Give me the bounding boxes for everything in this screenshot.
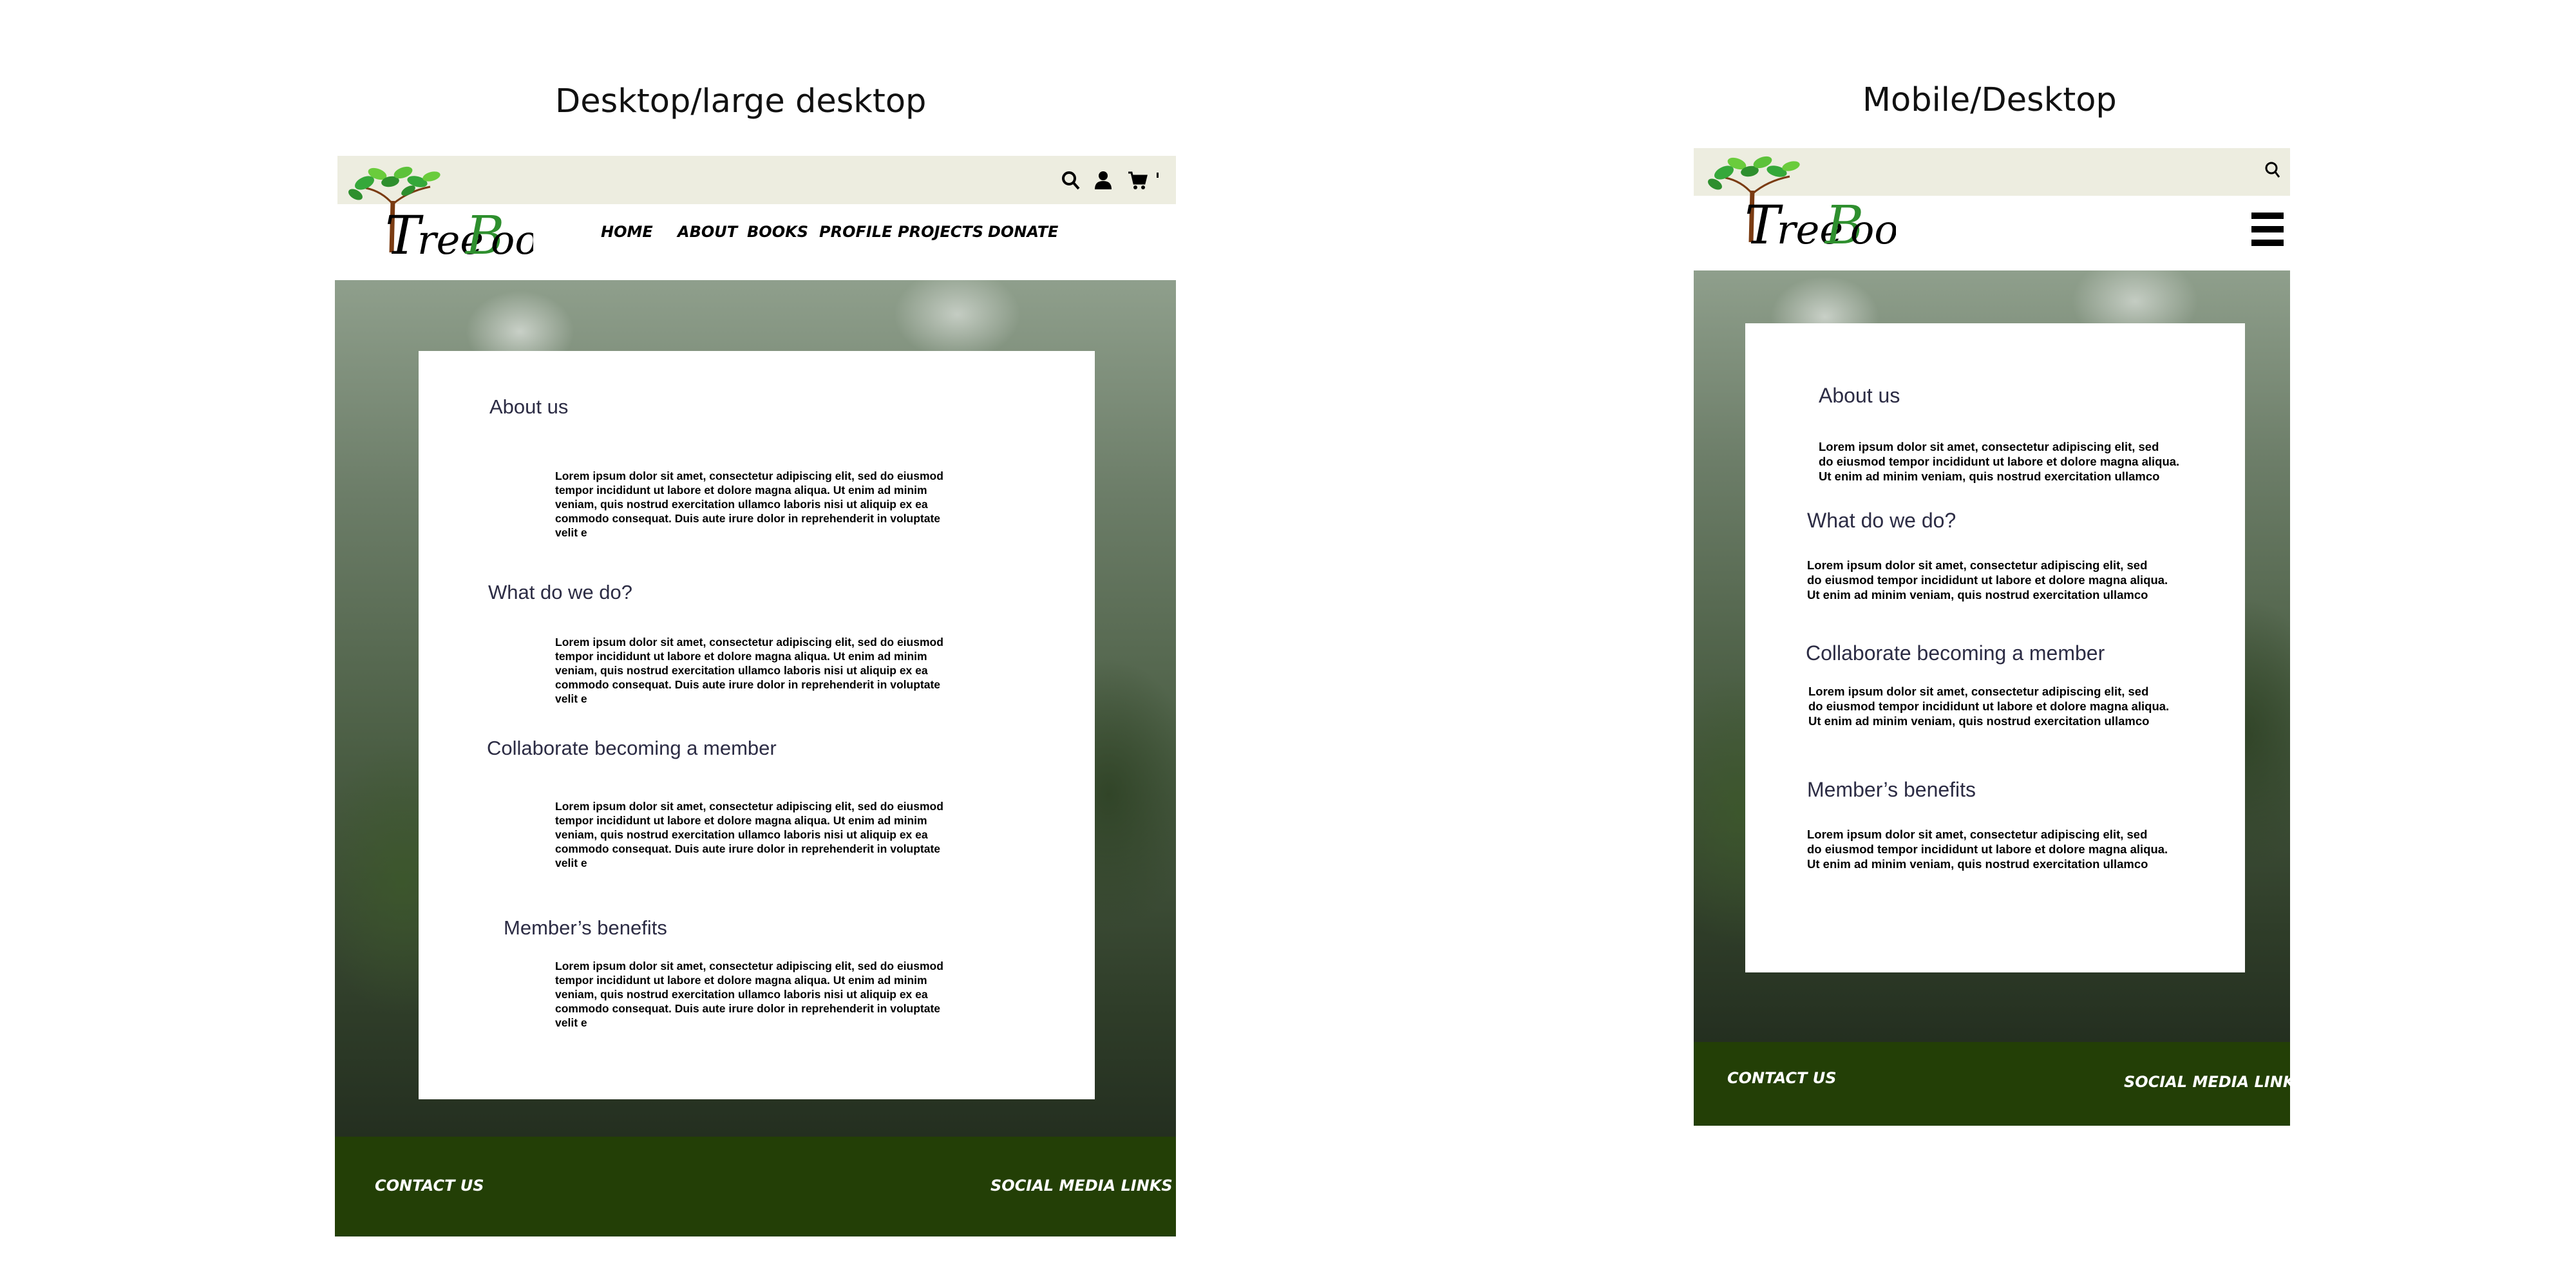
nav-books[interactable]: BOOKS <box>747 223 808 241</box>
section-body-collaborate: Lorem ipsum dolor sit amet, consectetur … <box>1808 685 2170 728</box>
nav-home[interactable]: HOME <box>601 223 653 241</box>
section-body-what-we-do: Lorem ipsum dolor sit amet, consectetur … <box>1807 558 2168 601</box>
search-icon[interactable] <box>2264 161 2280 179</box>
overflow-icon <box>1155 173 1160 180</box>
footer-social-link[interactable]: SOCIAL MEDIA LINKS <box>990 1177 1173 1195</box>
section-heading-about: About us <box>489 395 569 418</box>
brand-logo[interactable]: T ree B ooks <box>1703 152 1896 252</box>
desktop-mockup-title: Desktop/large desktop <box>555 82 927 120</box>
svg-text:ooks: ooks <box>491 216 533 262</box>
section-heading-collaborate: Collaborate becoming a member <box>1806 641 2105 665</box>
mobile-mockup-title: Mobile/Desktop <box>1862 81 2117 119</box>
section-heading-benefits: Member’s benefits <box>504 916 667 939</box>
desktop-mockup: T ree B ooks HOME ABOUT BOOKS PROFILE PR… <box>335 156 1176 1236</box>
nav-donate[interactable]: DONATE <box>988 223 1058 241</box>
mobile-mockup: T ree B ooks About us Lorem ipsum dolor … <box>1694 148 2306 1126</box>
section-heading-what-we-do: What do we do? <box>488 581 633 603</box>
section-heading-what-we-do: What do we do? <box>1807 509 1956 532</box>
brand-logo[interactable]: T ree B ooks <box>346 162 533 262</box>
section-heading-benefits: Member’s benefits <box>1807 778 1976 801</box>
footer-contact-link[interactable]: CONTACT US <box>1727 1069 1837 1087</box>
menu-icon[interactable] <box>2251 211 2284 247</box>
section-body-benefits: Lorem ipsum dolor sit amet, consectetur … <box>555 960 943 1029</box>
section-body-what-we-do: Lorem ipsum dolor sit amet, consectetur … <box>555 636 943 705</box>
section-body-about: Lorem ipsum dolor sit amet, consectetur … <box>1819 440 2180 483</box>
section-body-benefits: Lorem ipsum dolor sit amet, consectetur … <box>1807 828 2168 871</box>
section-heading-about: About us <box>1819 384 1900 407</box>
section-body-about: Lorem ipsum dolor sit amet, consectetur … <box>555 469 943 539</box>
section-heading-collaborate: Collaborate becoming a member <box>487 737 777 759</box>
svg-text:ooks: ooks <box>1850 206 1896 252</box>
search-icon[interactable] <box>1061 170 1081 191</box>
nav-profile[interactable]: PROFILE <box>819 223 892 241</box>
cart-icon[interactable] <box>1127 170 1148 191</box>
footer-contact-link[interactable]: CONTACT US <box>375 1177 484 1195</box>
section-body-collaborate: Lorem ipsum dolor sit amet, consectetur … <box>555 800 943 869</box>
user-icon[interactable] <box>1094 170 1113 191</box>
nav-about[interactable]: ABOUT <box>677 223 737 241</box>
nav-projects[interactable]: PROJECTS <box>898 223 983 241</box>
footer-social-link[interactable]: SOCIAL MEDIA LINKS <box>2124 1073 2306 1091</box>
